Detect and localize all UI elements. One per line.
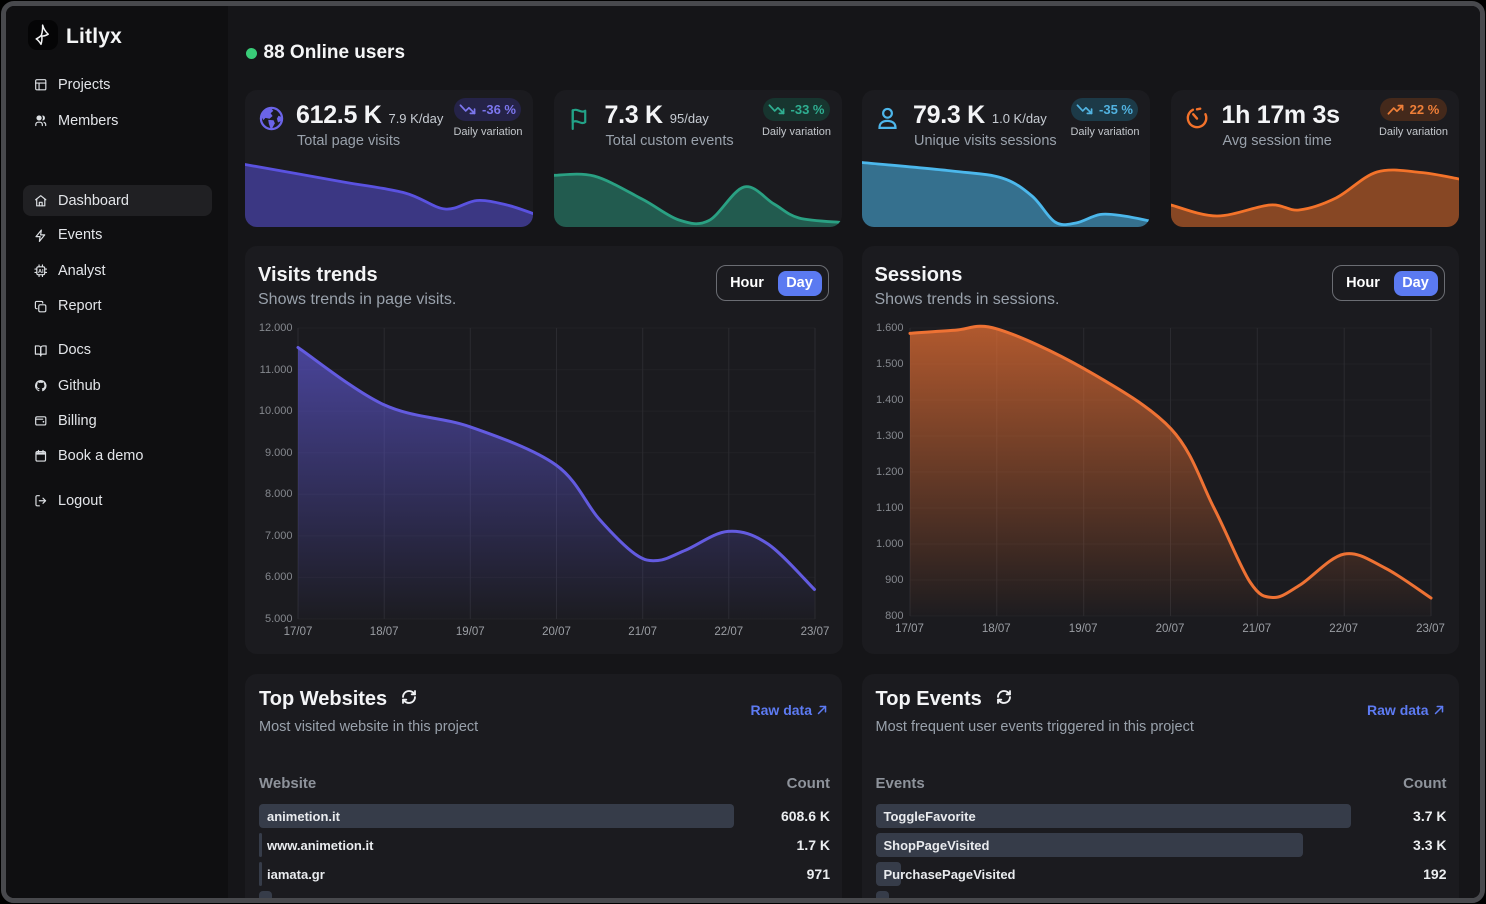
svg-text:AI: AI [38, 269, 44, 275]
